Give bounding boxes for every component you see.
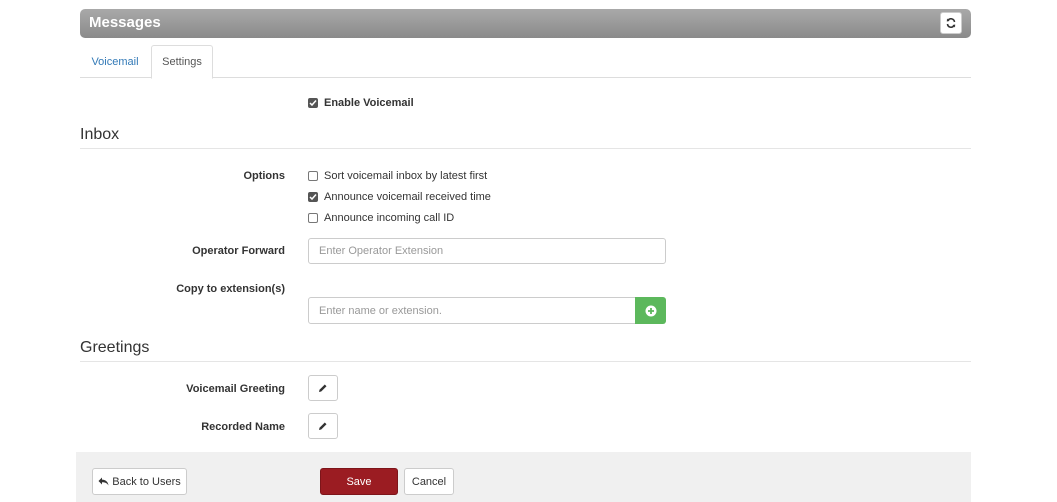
save-button[interactable]: Save	[320, 468, 398, 495]
checkbox-unchecked-icon	[308, 213, 318, 223]
panel-title: Messages	[89, 14, 161, 31]
tab-settings[interactable]: Settings	[151, 45, 213, 79]
operator-forward-label: Operator Forward	[192, 245, 285, 257]
copy-to-extension-label: Copy to extension(s)	[176, 283, 285, 295]
pencil-icon	[319, 384, 327, 392]
edit-voicemail-greeting-button[interactable]	[308, 375, 338, 401]
tab-bar: Voicemail Settings	[80, 45, 971, 79]
option-sort-latest-first[interactable]: Sort voicemail inbox by latest first	[308, 170, 487, 182]
option-label: Announce incoming call ID	[324, 212, 455, 224]
add-extension-button[interactable]	[635, 297, 666, 324]
operator-forward-input[interactable]	[308, 238, 666, 264]
form-footer: Back to Users Save Cancel	[76, 452, 971, 502]
copy-to-extension-input[interactable]	[308, 297, 636, 324]
option-announce-call-id[interactable]: Announce incoming call ID	[308, 212, 454, 224]
checkbox-checked-icon	[308, 192, 318, 202]
voicemail-greeting-label: Voicemail Greeting	[186, 383, 285, 395]
options-label: Options	[243, 170, 285, 182]
enable-voicemail-checkbox[interactable]: Enable Voicemail	[308, 97, 414, 109]
refresh-button[interactable]	[940, 12, 962, 34]
reply-arrow-icon	[98, 477, 109, 486]
greetings-section-title: Greetings	[80, 339, 971, 362]
cancel-button[interactable]: Cancel	[404, 468, 454, 495]
edit-recorded-name-button[interactable]	[308, 413, 338, 439]
pencil-icon	[319, 422, 327, 430]
refresh-icon	[946, 18, 956, 28]
checkbox-unchecked-icon	[308, 171, 318, 181]
plus-circle-icon	[645, 305, 656, 316]
recorded-name-label: Recorded Name	[201, 421, 285, 433]
back-to-users-button[interactable]: Back to Users	[92, 468, 187, 495]
enable-voicemail-label: Enable Voicemail	[324, 97, 414, 109]
option-label: Sort voicemail inbox by latest first	[324, 170, 488, 182]
inbox-section-title: Inbox	[80, 126, 971, 149]
tab-voicemail[interactable]: Voicemail	[80, 45, 150, 78]
checkbox-checked-icon	[308, 98, 318, 108]
option-announce-received-time[interactable]: Announce voicemail received time	[308, 191, 491, 203]
back-to-users-label: Back to Users	[112, 475, 181, 488]
messages-panel-header: Messages	[80, 9, 971, 38]
option-label: Announce voicemail received time	[324, 191, 491, 203]
